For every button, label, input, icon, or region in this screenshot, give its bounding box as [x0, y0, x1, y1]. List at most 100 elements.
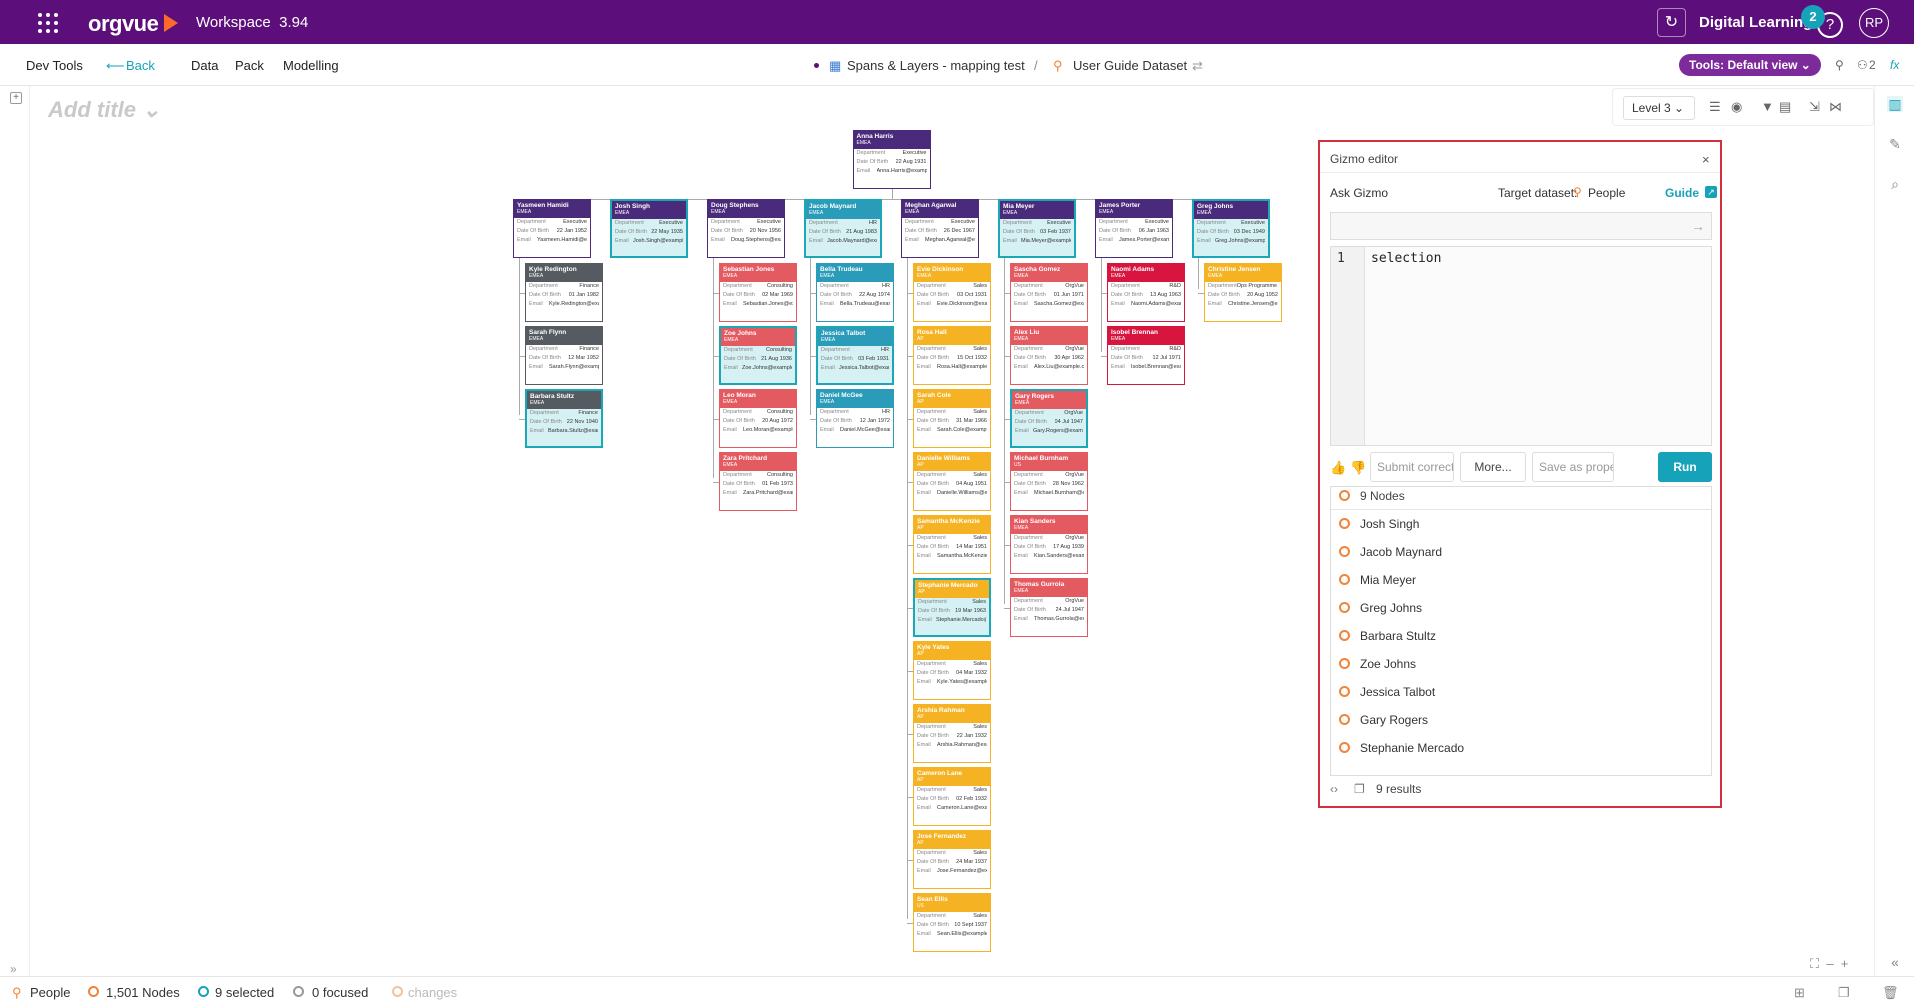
org-node[interactable]: Samantha McKenzie AP Department Sales Date O…: [913, 515, 991, 574]
close-icon[interactable]: ×: [1702, 152, 1710, 167]
selected-count[interactable]: 9 selected: [215, 985, 274, 1000]
run-button[interactable]: Run: [1658, 452, 1712, 482]
org-node[interactable]: Anna Harris EMEA Department Executive Date O…: [852, 130, 931, 189]
org-node[interactable]: Isobel Brennan EMEA Department R&D Date Of B…: [1107, 326, 1185, 385]
add-icon[interactable]: ⊞: [1794, 985, 1805, 1001]
collapse-right-icon[interactable]: «: [1887, 954, 1903, 970]
code-editor[interactable]: 1 selection: [1330, 246, 1712, 446]
org-node[interactable]: Zara Pritchard EMEA Department Consulting Da…: [719, 452, 797, 511]
org-node[interactable]: Leo Moran EMEA Department Consulting Date Of…: [719, 389, 797, 448]
org-node[interactable]: Sarah Cole AP Department Sales Date Of Birth…: [913, 389, 991, 448]
org-node[interactable]: Kyle Redington EMEA Department Finance Date …: [525, 263, 603, 322]
dev-tools-menu[interactable]: Dev Tools: [26, 58, 83, 73]
result-row[interactable]: Gary Rogers: [1339, 713, 1428, 733]
org-node[interactable]: Christine Jensen EMEA Department Ops Progra…: [1204, 263, 1282, 322]
org-node[interactable]: Josh Singh EMEA Department Executive Date Of…: [610, 199, 688, 258]
org-node[interactable]: Sebastian Jones EMEA Department Consulting D…: [719, 263, 797, 322]
result-row[interactable]: Jacob Maynard: [1339, 545, 1442, 565]
result-row[interactable]: Jessica Talbot: [1339, 685, 1435, 705]
org-node[interactable]: Evie Dickinson EMEA Department Sales Date Of…: [913, 263, 991, 322]
zoom-controls[interactable]: ⛶ – +: [1810, 956, 1848, 972]
org-node[interactable]: Gary Rogers EMEA Department OrgVue Date Of B…: [1010, 389, 1088, 448]
org-node[interactable]: Rosa Hall AP Department Sales Date Of Birth 1…: [913, 326, 991, 385]
org-node[interactable]: Kyle Yates AP Department Sales Date Of Birth…: [913, 641, 991, 700]
trash-icon[interactable]: 🗑: [1882, 985, 1899, 1001]
refresh-button[interactable]: ↻: [1657, 8, 1686, 37]
result-row[interactable]: Greg Johns: [1339, 601, 1422, 621]
org-node[interactable]: Barbara Stultz EMEA Department Finance Date …: [525, 389, 603, 448]
org-node[interactable]: Kian Sanders EMEA Department OrgVue Date Of …: [1010, 515, 1088, 574]
org-node[interactable]: Yasmeen Hamidi EMEA Department Executive Dat…: [513, 199, 591, 258]
org-node[interactable]: Michael Burnham US Department OrgVue Date Of…: [1010, 452, 1088, 511]
org-node[interactable]: Naomi Adams EMEA Department R&D Date Of Birt…: [1107, 263, 1185, 322]
copy-icon[interactable]: ❐: [1838, 985, 1850, 1001]
org-node[interactable]: Bella Trudeau EMEA Department HR Date Of Bir…: [816, 263, 894, 322]
expand-left-icon[interactable]: »: [10, 962, 17, 976]
org-node[interactable]: Cameron Lane AP Department Sales Date Of Bir…: [913, 767, 991, 826]
result-row[interactable]: Zoe Johns: [1339, 657, 1416, 677]
org-node[interactable]: Daniel McGee EMEA Department HR Date Of Birt…: [816, 389, 894, 448]
result-row[interactable]: Josh Singh: [1339, 517, 1419, 537]
guide-link[interactable]: Guide: [1665, 186, 1699, 200]
org-node[interactable]: Zoe Johns EMEA Department Consulting Date Of…: [719, 326, 797, 385]
modelling-menu[interactable]: Modelling: [283, 58, 339, 73]
notification-badge[interactable]: 2: [1801, 5, 1825, 29]
org-node[interactable]: Jessica Talbot EMEA Department HR Date Of Bi…: [816, 326, 894, 385]
chart-panel-icon[interactable]: ▥: [1887, 96, 1903, 112]
back-arrow-icon[interactable]: ⟵: [106, 58, 125, 74]
ask-gizmo-input[interactable]: →: [1330, 212, 1712, 240]
org-node[interactable]: Greg Johns EMEA Department Executive Date Of…: [1192, 199, 1270, 258]
submit-correction-button[interactable]: Submit correct: [1370, 452, 1454, 482]
org-node[interactable]: Sean Ellis US Department Sales Date Of Birth…: [913, 893, 991, 952]
tools-view-dropdown[interactable]: Tools: Default view ⌄: [1679, 54, 1821, 76]
export-icon[interactable]: ⇲: [1809, 99, 1820, 115]
thumbs-down-icon[interactable]: 👎: [1350, 460, 1366, 476]
share-icon[interactable]: ⋈: [1829, 99, 1842, 115]
org-node[interactable]: Stephanie Mercado AP Department Sales Date O…: [913, 578, 991, 637]
org-node[interactable]: Arshia Rahman AP Department Sales Date Of Bi…: [913, 704, 991, 763]
apps-grid-icon[interactable]: [38, 13, 58, 33]
external-link-icon[interactable]: ↗: [1705, 186, 1717, 198]
formula-fx-icon[interactable]: fx: [1890, 58, 1899, 72]
org-node[interactable]: Sarah Flynn EMEA Department Finance Date Of …: [525, 326, 603, 385]
org-node[interactable]: Mia Meyer EMEA Department Executive Date Of …: [998, 199, 1076, 258]
palette-icon[interactable]: ◉: [1731, 99, 1742, 115]
layers-icon[interactable]: ▤: [1779, 99, 1791, 115]
breadcrumb-user-guide-dataset[interactable]: User Guide Dataset: [1073, 58, 1187, 73]
more-button[interactable]: More...: [1460, 452, 1526, 482]
list-icon[interactable]: ☰: [1709, 99, 1721, 115]
org-node[interactable]: James Porter EMEA Department Executive Date …: [1095, 199, 1173, 258]
thumbs-up-icon[interactable]: 👍: [1330, 460, 1346, 476]
org-node[interactable]: Meghan Agarwal EMEA Department Executive Dat…: [901, 199, 979, 258]
target-dataset-value[interactable]: People: [1588, 186, 1625, 200]
pin-icon[interactable]: ⚲: [1835, 58, 1844, 72]
filter-icon[interactable]: ▼: [1761, 99, 1774, 114]
org-node[interactable]: Danielle Williams AP Department Sales Date O…: [913, 452, 991, 511]
user-workspace-name[interactable]: Digital Learning: [1699, 14, 1812, 31]
sync-icon[interactable]: ⇄: [1192, 58, 1203, 74]
result-row[interactable]: Barbara Stultz: [1339, 629, 1436, 649]
users-icon[interactable]: ⚇: [1857, 58, 1868, 72]
org-node[interactable]: Alex Liu EMEA Department OrgVue Date Of Birt…: [1010, 326, 1088, 385]
result-row[interactable]: Mia Meyer: [1339, 573, 1416, 593]
org-node[interactable]: Doug Stephens EMEA Department Executive Date…: [707, 199, 785, 258]
breadcrumb-spans-layers[interactable]: Spans & Layers - mapping test: [847, 58, 1025, 73]
focused-count[interactable]: 0 focused: [312, 985, 368, 1000]
nodes-count[interactable]: 1,501 Nodes: [106, 985, 180, 1000]
add-panel-icon[interactable]: +: [10, 92, 22, 104]
send-arrow-icon[interactable]: →: [1691, 218, 1705, 234]
org-node[interactable]: Jacob Maynard EMEA Department HR Date Of Bir…: [804, 199, 882, 258]
dataset-name[interactable]: People: [30, 985, 70, 1000]
save-as-property-button[interactable]: Save as prope: [1532, 452, 1614, 482]
copy-icon[interactable]: ❐: [1354, 782, 1365, 796]
data-menu[interactable]: Data: [191, 58, 218, 73]
back-button[interactable]: Back: [126, 58, 155, 73]
avatar[interactable]: RP: [1859, 8, 1889, 38]
org-node[interactable]: Sascha Gomez EMEA Department OrgVue Date Of …: [1010, 263, 1088, 322]
code-line[interactable]: selection: [1371, 251, 1441, 266]
code-brackets-icon[interactable]: ‹›: [1330, 782, 1338, 796]
edit-pencil-icon[interactable]: ✎: [1887, 136, 1903, 152]
level-select[interactable]: Level 3 ⌄: [1623, 96, 1695, 120]
pack-menu[interactable]: Pack: [235, 58, 264, 73]
add-title-field[interactable]: Add title ⌄: [48, 97, 161, 123]
